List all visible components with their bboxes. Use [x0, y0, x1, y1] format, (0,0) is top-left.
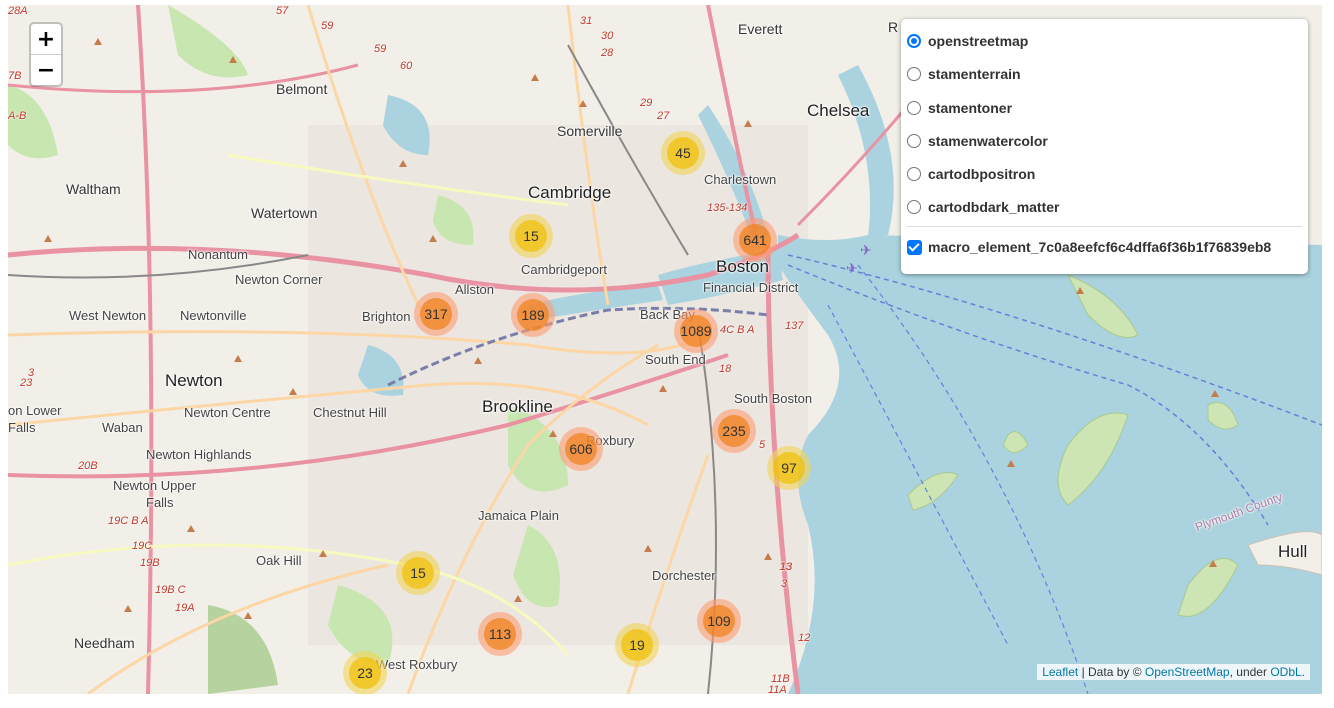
cluster-count: 45	[667, 137, 699, 169]
svg-text:✈: ✈	[860, 243, 872, 259]
leaflet-link[interactable]: Leaflet	[1042, 665, 1078, 679]
attribution: Leaflet | Data by © OpenStreetMap, under…	[1037, 664, 1310, 680]
marker-cluster[interactable]: 235	[712, 409, 756, 453]
cluster-count: 189	[517, 299, 549, 331]
marker-cluster[interactable]: 45	[661, 131, 705, 175]
layer-cartodbpositron[interactable]: cartodbpositron	[907, 166, 1035, 182]
layer-cartodbdark-matter[interactable]: cartodbdark_matter	[907, 199, 1060, 215]
marker-cluster[interactable]: 641	[733, 218, 777, 262]
cluster-count: 97	[773, 452, 805, 484]
radio-openstreetmap[interactable]	[907, 34, 921, 48]
zoom-in-button[interactable]: +	[31, 24, 61, 55]
marker-cluster[interactable]: 189	[511, 293, 555, 337]
layer-stamenterrain[interactable]: stamenterrain	[907, 66, 1021, 82]
radio-stamenwatercolor[interactable]	[907, 134, 921, 148]
attribution-under: , under	[1229, 665, 1271, 679]
zoom-control: + −	[29, 22, 63, 87]
overlay-label: macro_element_7c0a8eefcf6c4dffa6f36b1f76…	[928, 239, 1272, 255]
radio-stamentoner[interactable]	[907, 101, 921, 115]
layer-label: stamenwatercolor	[928, 133, 1048, 149]
cluster-count: 641	[739, 224, 771, 256]
cluster-count: 15	[402, 557, 434, 589]
marker-cluster[interactable]: 97	[767, 446, 811, 490]
cluster-count: 317	[420, 298, 452, 330]
openstreetmap-link[interactable]: OpenStreetMap	[1145, 665, 1230, 679]
marker-cluster[interactable]: 606	[559, 427, 603, 471]
marker-cluster[interactable]: 23	[343, 651, 387, 694]
marker-cluster[interactable]: 19	[615, 623, 659, 667]
layer-label: cartodbdark_matter	[928, 199, 1060, 215]
svg-text:✈: ✈	[846, 261, 858, 277]
marker-cluster[interactable]: 113	[478, 612, 522, 656]
cluster-count: 1089	[680, 315, 712, 347]
marker-cluster[interactable]: 1089	[674, 309, 718, 353]
cluster-count: 606	[565, 433, 597, 465]
cluster-count: 113	[484, 618, 516, 650]
radio-cartodbpositron[interactable]	[907, 167, 921, 181]
marker-cluster[interactable]: 317	[414, 292, 458, 336]
radio-stamenterrain[interactable]	[907, 67, 921, 81]
layer-stamenwatercolor[interactable]: stamenwatercolor	[907, 133, 1048, 149]
attribution-text: | Data by ©	[1078, 665, 1145, 679]
layer-control: openstreetmap stamenterrain stamentoner …	[901, 19, 1308, 274]
overlay-macro-element[interactable]: macro_element_7c0a8eefcf6c4dffa6f36b1f76…	[907, 239, 1271, 255]
layer-separator	[907, 226, 1302, 227]
radio-cartodbdark-matter[interactable]	[907, 200, 921, 214]
marker-cluster[interactable]: 109	[697, 599, 741, 643]
marker-cluster[interactable]: 15	[509, 214, 553, 258]
cluster-count: 19	[621, 629, 653, 661]
cluster-count: 235	[718, 415, 750, 447]
layer-label: stamenterrain	[928, 66, 1021, 82]
zoom-out-button[interactable]: −	[31, 55, 61, 85]
layer-openstreetmap[interactable]: openstreetmap	[907, 33, 1028, 49]
layer-stamentoner[interactable]: stamentoner	[907, 100, 1012, 116]
cluster-count: 109	[703, 605, 735, 637]
marker-cluster[interactable]: 15	[396, 551, 440, 595]
layer-label: stamentoner	[928, 100, 1013, 116]
odbl-link[interactable]: ODbL.	[1270, 665, 1305, 679]
layer-label: openstreetmap	[928, 33, 1029, 49]
cluster-count: 15	[515, 220, 547, 252]
layer-label: cartodbpositron	[928, 166, 1036, 182]
overlay-checkbox[interactable]	[907, 239, 922, 255]
cluster-count: 23	[349, 657, 381, 689]
